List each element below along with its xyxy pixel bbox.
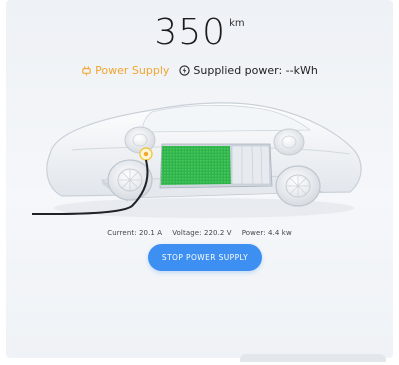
power-supply-panel: 350 km Power Supply Supplied power: --kWh: [6, 0, 393, 358]
car-illustration: [32, 102, 362, 218]
voltage-reading: Voltage: 220.2 V: [172, 229, 232, 237]
supply-status: Power Supply: [81, 64, 169, 77]
supply-status-label: Power Supply: [95, 64, 170, 77]
front-wheel-front: [275, 165, 321, 207]
supplied-power-label: Supplied power: --kWh: [193, 64, 318, 77]
power-reading: Power: 4.4 kw: [241, 229, 292, 237]
power-readings: Current: 20.1 A Voltage: 220.2 V Power: …: [6, 229, 393, 237]
front-wheel-back: [273, 128, 305, 156]
battery-charge-fill: [161, 146, 231, 185]
range-value: 350: [154, 12, 227, 53]
current-reading: Current: 20.1 A: [107, 229, 163, 237]
battery-pack: [159, 143, 273, 189]
range-unit: km: [229, 18, 245, 29]
power-icon: [179, 65, 191, 76]
supplied-power: Supplied power: --kWh: [179, 64, 318, 77]
range-display: 350 km: [6, 12, 393, 53]
rear-wheel-front: [107, 159, 153, 201]
stop-power-supply-button[interactable]: STOP POWER SUPPLY: [148, 244, 262, 271]
bottom-drawer-handle[interactable]: [240, 354, 386, 362]
plug-icon: [82, 66, 91, 76]
status-row: Power Supply Supplied power: --kWh: [6, 64, 393, 77]
charging-port: [139, 147, 153, 161]
